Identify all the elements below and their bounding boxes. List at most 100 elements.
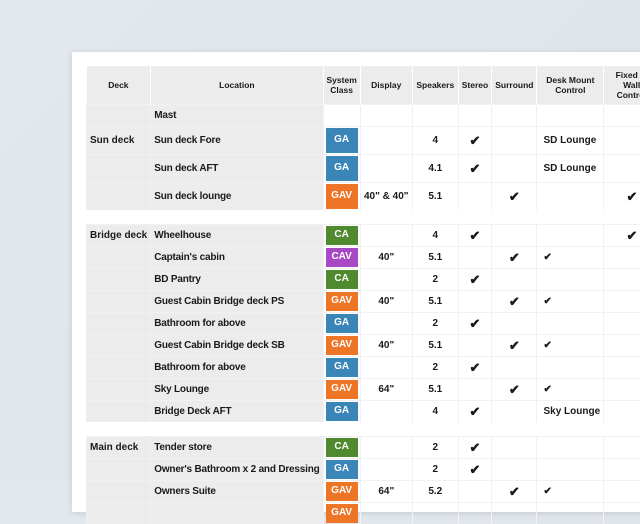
header-desk-mount-control: Desk Mount Control [537, 66, 604, 105]
desk-mount-control-cell-text: ✔ [543, 296, 551, 307]
speakers-cell-text: 2 [432, 274, 438, 285]
speakers-cell: 5.2 [412, 481, 458, 503]
check-icon: ✔ [470, 404, 481, 419]
system-class-cell: GA [323, 155, 360, 183]
table-row: Captain's cabinCAV40"5.1✔✔ [87, 247, 640, 269]
desk-mount-control-cell [537, 183, 604, 211]
speakers-cell-text: 5.1 [428, 384, 442, 395]
header-speakers: Speakers [412, 66, 458, 105]
stereo-cell [458, 379, 491, 401]
check-icon: ✔ [509, 382, 520, 397]
speakers-cell-text: 4 [432, 230, 438, 241]
surround-cell: ✔ [492, 183, 537, 211]
check-icon: ✔ [509, 294, 520, 309]
location-cell [151, 503, 323, 524]
location-cell-text: Sun deck AFT [154, 163, 218, 174]
system-class-cell: GAV [323, 335, 360, 357]
surround-cell [492, 269, 537, 291]
speakers-cell [412, 503, 458, 524]
stereo-cell [458, 291, 491, 313]
speakers-cell: 2 [412, 357, 458, 379]
check-icon: ✔ [470, 272, 481, 287]
location-cell: Mast [151, 105, 323, 127]
display-cell-text: 40" [378, 296, 394, 307]
table-row: Bridge deckWheelhouseCA4✔✔ [87, 225, 640, 247]
display-cell: 40" [360, 247, 412, 269]
system-class-cell: GA [323, 127, 360, 155]
display-cell [360, 269, 412, 291]
stereo-cell [458, 183, 491, 211]
stereo-cell [458, 481, 491, 503]
fixed-in-wall-control-cell [604, 459, 640, 481]
av-systems-table: Deck Location System Class Display Speak… [86, 66, 640, 524]
stereo-cell [458, 335, 491, 357]
display-cell: 64" [360, 379, 412, 401]
check-icon: ✔ [509, 189, 520, 204]
header-surround: Surround [492, 66, 537, 105]
system-class-cell: GA [323, 459, 360, 481]
header-fixed-in-wall-control: Fixed In Wall Control [604, 66, 640, 105]
check-icon: ✔ [626, 189, 637, 204]
location-cell-text: Guest Cabin Bridge deck SB [154, 340, 284, 351]
system-class-cell: GA [323, 401, 360, 423]
deck-cell [87, 183, 151, 211]
location-cell: Sun deck lounge [151, 183, 323, 211]
speakers-cell: 2 [412, 313, 458, 335]
speakers-cell-text: 5.2 [428, 486, 442, 497]
spacer-row [87, 422, 640, 437]
system-class-cell [323, 105, 360, 127]
table-row: Sun deck AFTGA4.1✔SD Lounge [87, 155, 640, 183]
location-cell: Bridge Deck AFT [151, 401, 323, 423]
surround-cell [492, 357, 537, 379]
speakers-cell-text: 5.1 [428, 296, 442, 307]
system-class-badge: GAV [326, 292, 358, 311]
surround-cell [492, 401, 537, 423]
surround-cell [492, 155, 537, 183]
fixed-in-wall-control-cell [604, 269, 640, 291]
surround-cell [492, 503, 537, 524]
location-cell: Bathroom for above [151, 357, 323, 379]
system-class-cell: GAV [323, 291, 360, 313]
table-row: BD PantryCA2✔ [87, 269, 640, 291]
desk-mount-control-cell: ✔ [537, 335, 604, 357]
display-cell [360, 459, 412, 481]
location-cell-text: Bridge Deck AFT [154, 406, 231, 417]
stereo-cell: ✔ [458, 437, 491, 459]
desk-mount-control-cell [537, 225, 604, 247]
desk-mount-control-cell: ✔ [537, 379, 604, 401]
system-class-cell: GAV [323, 183, 360, 211]
desk-mount-control-cell [537, 503, 604, 524]
stereo-cell: ✔ [458, 401, 491, 423]
surround-cell [492, 127, 537, 155]
surround-cell: ✔ [492, 481, 537, 503]
speakers-cell: 4.1 [412, 155, 458, 183]
system-class-badge: CA [326, 438, 358, 457]
speakers-cell: 2 [412, 459, 458, 481]
speakers-cell-text: 2 [432, 362, 438, 373]
display-cell-text: 40" & 40" [364, 191, 409, 202]
check-icon: ✔ [470, 440, 481, 455]
table-row: Main deckTender storeCA2✔ [87, 437, 640, 459]
display-cell [360, 225, 412, 247]
speakers-cell: 4 [412, 225, 458, 247]
fixed-in-wall-control-cell [604, 503, 640, 524]
desk-mount-control-cell [537, 437, 604, 459]
deck-cell: Main deck [87, 437, 151, 459]
display-cell-text: 40" [378, 340, 394, 351]
display-cell-text: 64" [378, 384, 394, 395]
surround-cell [492, 105, 537, 127]
check-icon: ✔ [509, 338, 520, 353]
speakers-cell: 2 [412, 437, 458, 459]
desk-mount-control-cell-text: SD Lounge [543, 163, 596, 174]
location-cell: Owners Suite [151, 481, 323, 503]
fixed-in-wall-control-cell: ✔ [604, 225, 640, 247]
display-cell [360, 127, 412, 155]
display-cell [360, 105, 412, 127]
fixed-in-wall-control-cell [604, 335, 640, 357]
table-row: Owners SuiteGAV64"5.2✔✔ [87, 481, 640, 503]
check-icon: ✔ [509, 484, 520, 499]
system-class-badge: GA [326, 128, 358, 153]
speakers-cell-text: 4 [432, 406, 438, 417]
check-icon: ✔ [470, 462, 481, 477]
location-cell-text: BD Pantry [154, 274, 201, 285]
